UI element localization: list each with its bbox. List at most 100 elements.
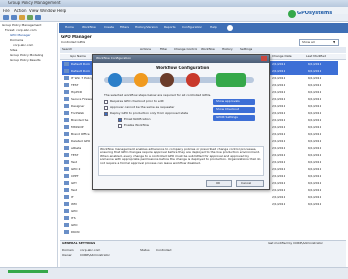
grid-button-change-control[interactable]: Change Control (174, 48, 197, 51)
cancel-label: Cancel (241, 182, 252, 185)
tree-item-domain[interactable]: corp.abc.com (13, 44, 57, 47)
table-row-dates[interactable]: 2/1/2011 6/1/2011 (268, 96, 338, 103)
tab-bar (59, 23, 348, 33)
table-row-dates[interactable]: 2/1/2011 6/1/2011 (268, 166, 338, 173)
modified-date: 6/1/2011 (308, 154, 322, 157)
table-row-dates[interactable]: 2/1/2011 6/1/2011 (268, 89, 338, 96)
gpo-manager-title: GPO Manager (61, 35, 92, 39)
tab-filters[interactable]: Filters (120, 26, 129, 29)
window-title: Group Policy Management (8, 1, 61, 5)
show-checkout-label: Show Checkout (216, 108, 240, 111)
table-row[interactable]: GPO (62, 222, 124, 229)
column-header-modified[interactable]: Last Modified (306, 55, 326, 58)
menu-action[interactable]: Action (14, 9, 27, 13)
gpo-name: GPO (71, 210, 78, 213)
gpo-icon (64, 223, 69, 227)
tree-item-forest[interactable]: Forest: corp.abc.com (5, 29, 57, 32)
show-approvals-label: Show approvals (216, 100, 240, 103)
column-header-name[interactable]: Gpo Name (70, 55, 86, 58)
table-row-dates[interactable]: 2/1/2011 6/1/2011 (268, 131, 338, 138)
grid-button-settings[interactable]: Settings (240, 48, 252, 51)
menu-file[interactable]: File (3, 9, 10, 13)
help-icon[interactable] (35, 15, 41, 20)
modified-date: 6/1/2011 (308, 140, 322, 143)
status-bar (0, 267, 348, 279)
sub-option-label-enable: Enable Workflow (124, 124, 149, 127)
gpo-icon (64, 195, 69, 199)
menu-view[interactable]: View (29, 9, 39, 13)
table-row-dates[interactable]: 2/1/2011 6/1/2011 (268, 173, 338, 180)
sub-option-checkbox-email[interactable] (118, 118, 122, 122)
grid-button-filter[interactable]: Filter (160, 48, 167, 51)
menu-help[interactable]: Help (57, 9, 66, 13)
table-row-dates[interactable]: 2/1/2011 6/1/2011 (268, 138, 338, 145)
table-row-dates[interactable]: 2/1/2011 6/1/2011 (268, 194, 338, 201)
grid-toolbar-search[interactable]: Search (62, 48, 72, 51)
back-icon[interactable] (3, 15, 9, 20)
dialog-intro: The selected workflow steps below are re… (104, 94, 212, 97)
tree-item-results[interactable]: Group Policy Results (10, 59, 57, 62)
gpo-icon (64, 62, 69, 66)
gpo-icon (64, 230, 69, 234)
column-header-changed[interactable]: Change Date (272, 55, 292, 58)
gpo-icon (64, 90, 69, 94)
grid-button-actions[interactable]: Actions (140, 48, 151, 51)
option-checkbox-approver[interactable] (104, 106, 108, 110)
gpor-settings-label: GPOR Settings (216, 116, 238, 119)
table-row-dates[interactable]: 2/1/2011 6/1/2011 (268, 110, 338, 117)
menu-window[interactable]: Window (40, 9, 56, 13)
grid-button-history[interactable]: History (222, 48, 233, 51)
table-row-dates[interactable]: 2/1/2011 6/1/2011 (268, 201, 338, 208)
table-row-dates[interactable]: 2/1/2011 6/1/2011 (268, 187, 338, 194)
table-row[interactable]: WM (62, 201, 124, 208)
tree-item-sites[interactable]: Sites (10, 49, 57, 52)
change-date: 2/1/2011 (272, 196, 286, 199)
table-row-dates[interactable]: 2/1/2011 6/1/2011 (268, 124, 338, 131)
modified-date: 6/1/2011 (308, 182, 322, 185)
table-row[interactable]: ITS (62, 215, 124, 222)
tab-help[interactable]: Help (210, 26, 217, 29)
sub-option-checkbox-enable[interactable] (118, 124, 122, 128)
table-row-dates[interactable]: 2/1/2011 6/1/2011 (268, 180, 338, 187)
logo-icon (288, 10, 296, 18)
dialog-heading: Workflow Configuration (156, 66, 210, 70)
table-row[interactable]: GPO (62, 208, 124, 215)
table-row-dates[interactable]: 2/1/2011 6/1/2011 (268, 61, 338, 68)
gpo-icon (64, 202, 69, 206)
tab-history[interactable]: History/Version (135, 26, 158, 29)
table-row-dates[interactable]: 2/1/2011 6/1/2011 (268, 103, 338, 110)
tree-item-domains[interactable]: Domains (10, 39, 57, 42)
details-title: GENERAL SETTINGS (62, 242, 96, 245)
tab-workflow[interactable]: Workflow (82, 26, 96, 29)
refresh-icon[interactable] (27, 15, 33, 20)
help-circle-icon[interactable] (227, 25, 233, 31)
table-row-dates[interactable]: 2/1/2011 6/1/2011 (268, 145, 338, 152)
forward-icon[interactable] (11, 15, 17, 20)
table-row[interactable]: IT (62, 194, 124, 201)
dialog-close-icon[interactable] (261, 56, 267, 61)
tab-home[interactable]: Home (65, 26, 74, 29)
tree-item-gpo-manager[interactable]: GPO Manager (10, 34, 57, 37)
table-row-dates[interactable]: 2/1/2011 6/1/2011 (268, 68, 338, 75)
modified-date: 6/1/2011 (308, 112, 322, 115)
table-row-dates[interactable]: 2/1/2011 6/1/2011 (268, 117, 338, 124)
filter-chevron-down-icon[interactable]: ▼ (333, 41, 335, 44)
table-row-dates[interactable]: 2/1/2011 6/1/2011 (268, 152, 338, 159)
tab-configuration[interactable]: Configuration (182, 26, 202, 29)
table-row-dates[interactable]: 2/1/2011 6/1/2011 (268, 159, 338, 166)
option-checkbox-deploy[interactable] (104, 112, 108, 116)
tree-item-root[interactable]: Group Policy Management (2, 24, 57, 27)
option-checkbox-checkout[interactable] (104, 100, 108, 104)
table-row[interactable]: DKCN (62, 229, 124, 236)
modified-date: 6/1/2011 (308, 175, 322, 178)
up-icon[interactable] (19, 15, 25, 20)
tab-create[interactable]: Create (104, 26, 114, 29)
change-date: 2/1/2011 (272, 63, 286, 66)
sub-option-label-email: Email Notification (124, 118, 151, 121)
tree-item-modeling[interactable]: Group Policy Modeling (10, 54, 57, 57)
table-row-dates[interactable]: 2/1/2011 6/1/2011 (268, 75, 338, 82)
option-label-approver: Approver cannot be the same as requester (110, 106, 175, 109)
tab-reports[interactable]: Reports (164, 26, 176, 29)
grid-button-workflow[interactable]: Workflow (201, 48, 215, 51)
table-row-dates[interactable]: 2/1/2011 6/1/2011 (268, 82, 338, 89)
